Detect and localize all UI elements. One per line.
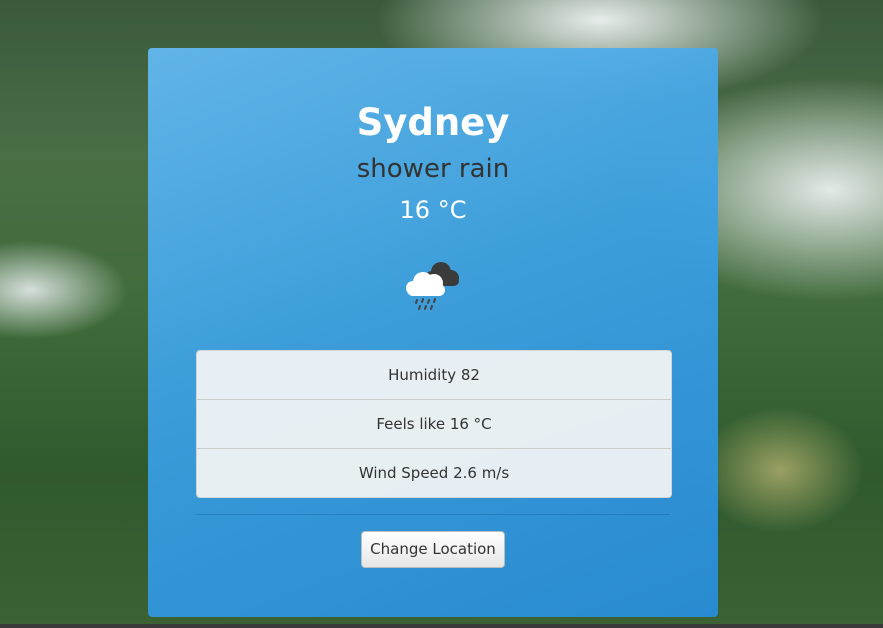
wind-speed-item: Wind Speed 2.6 m/s: [358, 464, 510, 482]
temperature: 16 °C: [399, 196, 467, 224]
feels-like-item: Feels like 16 °C: [197, 400, 671, 449]
bottom-strip: [0, 624, 883, 628]
weather-card: Sydney shower rain 16 °C Humidity 82 Fee…: [148, 48, 718, 617]
divider: [196, 514, 670, 515]
change-location-button[interactable]: Change Location: [361, 531, 505, 568]
weather-details-list: Humidity 82 Feels like 16 °C Wind Speed …: [196, 350, 672, 498]
city-name: Sydney: [356, 101, 510, 144]
humidity-item: Humidity 82: [197, 351, 671, 400]
weather-description: shower rain: [356, 154, 510, 184]
shower-rain-cloud-icon: [406, 262, 459, 310]
